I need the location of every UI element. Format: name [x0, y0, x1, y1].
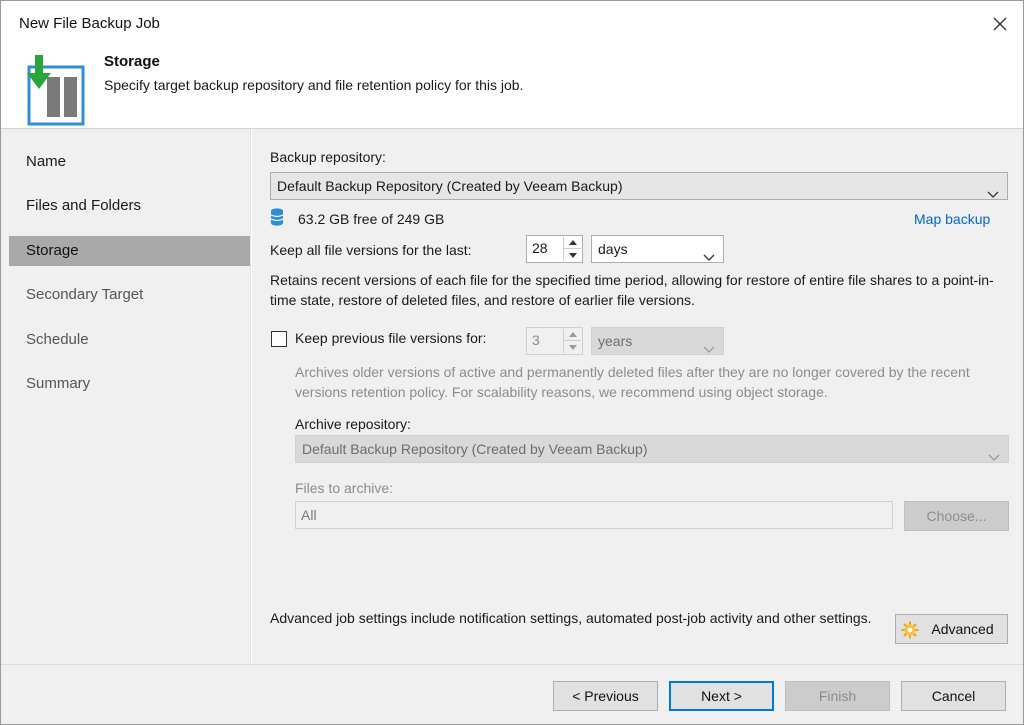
archive-repository-select[interactable]: Default Backup Repository (Created by Ve… — [295, 435, 1009, 463]
previous-versions-value: 3 — [532, 332, 540, 348]
chevron-down-icon — [987, 181, 999, 198]
wizard-header: Storage Specify target backup repository… — [1, 47, 1023, 129]
new-file-backup-job-window: New File Backup Job Storage Specify targ… — [0, 0, 1024, 725]
advanced-settings-description: Advanced job settings include notificati… — [270, 610, 872, 626]
backup-repository-select[interactable]: Default Backup Repository (Created by Ve… — [270, 172, 1008, 200]
previous-versions-description: Archives older versions of active and pe… — [295, 364, 970, 400]
files-to-archive-label: Files to archive: — [295, 480, 394, 496]
finish-button[interactable]: Finish — [785, 681, 890, 711]
keep-versions-unit-select[interactable]: days — [591, 235, 724, 263]
wizard-footer: < Previous Next > Finish Cancel — [1, 664, 1023, 724]
sidebar-item-label: Schedule — [26, 331, 89, 348]
cancel-button[interactable]: Cancel — [901, 681, 1006, 711]
wizard-steps-sidebar: Name Files and Folders Storage Secondary… — [1, 129, 251, 664]
keep-versions-value: 28 — [532, 240, 548, 256]
sidebar-item-label: Name — [26, 153, 67, 170]
previous-versions-stepper[interactable]: 3 — [526, 327, 583, 355]
keep-previous-versions-label: Keep previous file versions for: — [295, 330, 487, 346]
gear-icon — [901, 620, 919, 639]
previous-versions-unit-select[interactable]: years — [591, 327, 724, 355]
sidebar-item-label: Summary — [26, 375, 91, 392]
previous-versions-unit-value: years — [598, 333, 633, 349]
sidebar-item-secondary-target[interactable]: Secondary Target — [9, 280, 250, 310]
archive-repository-label: Archive repository: — [295, 416, 411, 432]
chevron-down-icon — [703, 244, 715, 261]
sidebar-item-files-and-folders[interactable]: Files and Folders — [9, 191, 250, 221]
previous-button[interactable]: < Previous — [553, 681, 658, 711]
increment-arrow-icon[interactable] — [564, 329, 581, 341]
sidebar-item-storage[interactable]: Storage — [9, 236, 250, 266]
page-subtitle: Specify target backup repository and fil… — [104, 77, 524, 93]
next-button[interactable]: Next > — [669, 681, 774, 711]
advanced-button-label: Advanced — [931, 621, 994, 637]
sidebar-item-label: Secondary Target — [26, 286, 144, 303]
title-bar: New File Backup Job — [1, 1, 1023, 47]
decrement-arrow-icon[interactable] — [564, 341, 581, 353]
sidebar-item-name[interactable]: Name — [9, 147, 250, 177]
close-icon[interactable] — [987, 11, 1013, 37]
sidebar-item-summary[interactable]: Summary — [9, 369, 250, 399]
archive-repository-value: Default Backup Repository (Created by Ve… — [302, 441, 648, 457]
chevron-down-icon — [988, 444, 1000, 461]
chevron-down-icon — [703, 336, 715, 353]
sidebar-item-label: Storage — [26, 242, 79, 259]
map-backup-link[interactable]: Map backup — [914, 211, 990, 227]
advanced-button[interactable]: Advanced — [895, 614, 1008, 644]
storage-settings-panel: Backup repository: Default Backup Reposi… — [252, 129, 1023, 664]
keep-versions-stepper[interactable]: 28 — [526, 235, 583, 263]
keep-versions-label: Keep all file versions for the last: — [270, 242, 472, 258]
stepper-buttons — [563, 329, 581, 353]
backup-job-storage-icon — [15, 51, 87, 127]
keep-versions-unit-value: days — [598, 241, 628, 257]
window-title: New File Backup Job — [19, 15, 160, 32]
keep-versions-description: Retains recent versions of each file for… — [270, 272, 994, 308]
repository-free-space: 63.2 GB free of 249 GB — [298, 211, 445, 227]
files-to-archive-field[interactable]: All — [295, 501, 893, 529]
sidebar-item-label: Files and Folders — [26, 197, 142, 214]
database-icon — [270, 207, 284, 227]
page-title: Storage — [104, 53, 160, 70]
keep-previous-versions-checkbox[interactable] — [271, 331, 287, 347]
choose-button[interactable]: Choose... — [904, 501, 1009, 531]
stepper-buttons — [563, 237, 581, 261]
backup-repository-label: Backup repository: — [270, 149, 386, 165]
sidebar-item-schedule[interactable]: Schedule — [9, 325, 250, 355]
files-to-archive-value: All — [301, 507, 317, 523]
decrement-arrow-icon[interactable] — [564, 249, 581, 261]
backup-repository-value: Default Backup Repository (Created by Ve… — [277, 178, 623, 194]
increment-arrow-icon[interactable] — [564, 237, 581, 249]
